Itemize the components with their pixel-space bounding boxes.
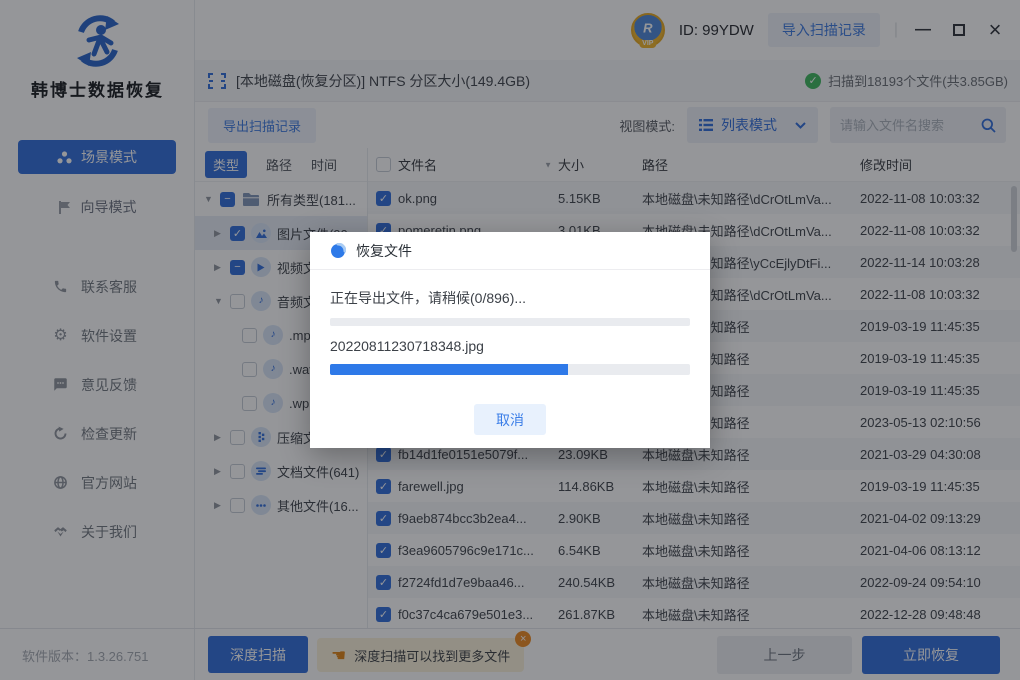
- dialog-header: 恢复文件: [310, 232, 710, 270]
- file-progress-bar: [330, 364, 690, 375]
- app-window: 韩博士数据恢复 场景模式 向导模式 联系客服 ⚙ 软件设置: [0, 0, 1020, 680]
- export-status-text: 正在导出文件，请稍候(0/896)...: [330, 288, 526, 308]
- loading-spinner-icon: [330, 243, 346, 259]
- file-progress-fill: [330, 364, 568, 375]
- recover-files-dialog: 恢复文件 正在导出文件，请稍候(0/896)... 20220811230718…: [310, 232, 710, 448]
- cancel-button[interactable]: 取消: [474, 404, 546, 435]
- dialog-title: 恢复文件: [356, 241, 412, 261]
- total-progress-bar: [330, 318, 690, 326]
- current-file-name: 20220811230718348.jpg: [330, 338, 484, 354]
